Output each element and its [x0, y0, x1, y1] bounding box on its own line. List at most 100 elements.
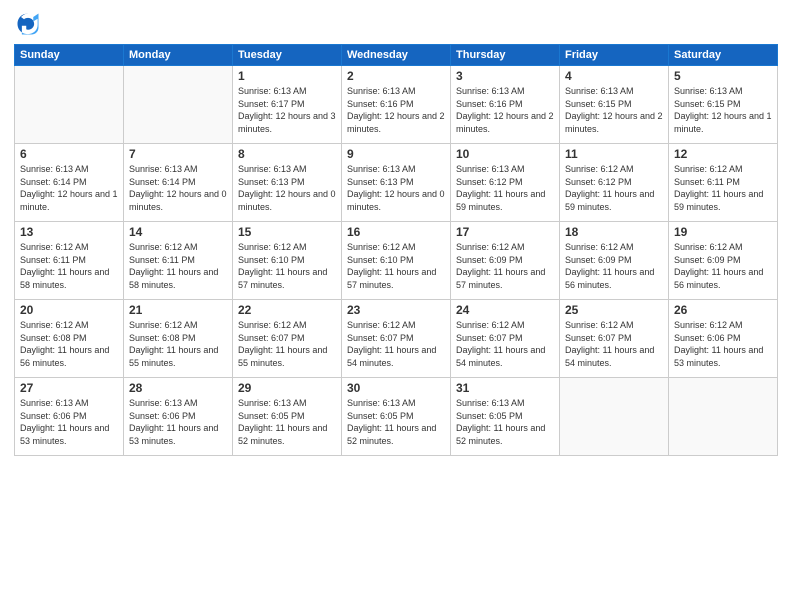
day-number: 7 — [129, 147, 227, 161]
calendar-cell: 26Sunrise: 6:12 AM Sunset: 6:06 PM Dayli… — [669, 300, 778, 378]
calendar-cell: 16Sunrise: 6:12 AM Sunset: 6:10 PM Dayli… — [342, 222, 451, 300]
calendar-cell: 1 Sunrise: 6:13 AM Sunset: 6:17 PM Daylig… — [233, 66, 342, 144]
day-number: 22 — [238, 303, 336, 317]
calendar-cell: 28 Sunrise: 6:13 AM Sunset: 6:06 PM Dayli… — [124, 378, 233, 456]
calendar-cell: 11 Sunrise: 6:12 AM Sunset: 6:12 PM Dayli… — [560, 144, 669, 222]
cell-text: Sunrise: 6:13 AM Sunset: 6:15 PM Dayligh… — [674, 85, 772, 135]
calendar-cell: 31Sunrise: 6:13 AM Sunset: 6:05 PM Dayli… — [451, 378, 560, 456]
calendar-cell: 20 Sunrise: 6:12 AM Sunset: 6:08 PM Dayli… — [15, 300, 124, 378]
calendar-cell — [669, 378, 778, 456]
cell-text: Sunrise: 6:12 AM Sunset: 6:11 PM Dayligh… — [20, 241, 118, 291]
day-number: 6 — [20, 147, 118, 161]
calendar-cell: 18 Sunrise: 6:12 AM Sunset: 6:09 PM Dayli… — [560, 222, 669, 300]
calendar-cell: 30Sunrise: 6:13 AM Sunset: 6:05 PM Dayli… — [342, 378, 451, 456]
day-number: 5 — [674, 69, 772, 83]
day-number: 10 — [456, 147, 554, 161]
week-row-3: 13 Sunrise: 6:12 AM Sunset: 6:11 PM Dayli… — [15, 222, 778, 300]
day-number: 11 — [565, 147, 663, 161]
calendar-cell: 6 Sunrise: 6:13 AM Sunset: 6:14 PM Daylig… — [15, 144, 124, 222]
day-number: 24 — [456, 303, 554, 317]
day-number: 9 — [347, 147, 445, 161]
week-row-1: 1 Sunrise: 6:13 AM Sunset: 6:17 PM Daylig… — [15, 66, 778, 144]
calendar-cell: 24 Sunrise: 6:12 AM Sunset: 6:07 PM Dayli… — [451, 300, 560, 378]
calendar-cell: 13 Sunrise: 6:12 AM Sunset: 6:11 PM Dayli… — [15, 222, 124, 300]
cell-text: Sunrise: 6:13 AM Sunset: 6:16 PM Dayligh… — [347, 85, 445, 135]
cell-text: Sunrise: 6:12 AM Sunset: 6:11 PM Dayligh… — [674, 163, 772, 213]
day-number: 30 — [347, 381, 445, 395]
cell-text: Sunrise: 6:12 AM Sunset: 6:07 PM Dayligh… — [456, 319, 554, 369]
cell-text: Sunrise: 6:13 AM Sunset: 6:14 PM Dayligh… — [129, 163, 227, 213]
day-number: 25 — [565, 303, 663, 317]
cell-text: Sunrise: 6:12 AM Sunset: 6:09 PM Dayligh… — [456, 241, 554, 291]
cell-text: Sunrise: 6:13 AM Sunset: 6:06 PM Dayligh… — [20, 397, 118, 447]
week-row-4: 20 Sunrise: 6:12 AM Sunset: 6:08 PM Dayli… — [15, 300, 778, 378]
calendar-cell: 10 Sunrise: 6:13 AM Sunset: 6:12 PM Dayli… — [451, 144, 560, 222]
calendar-cell: 22 Sunrise: 6:12 AM Sunset: 6:07 PM Dayli… — [233, 300, 342, 378]
weekday-header-saturday: Saturday — [669, 45, 778, 66]
cell-text: Sunrise: 6:12 AM Sunset: 6:07 PM Dayligh… — [347, 319, 445, 369]
logo-icon — [14, 10, 42, 38]
calendar-cell: 5 Sunrise: 6:13 AM Sunset: 6:15 PM Daylig… — [669, 66, 778, 144]
cell-text: Sunrise: 6:12 AM Sunset: 6:09 PM Dayligh… — [565, 241, 663, 291]
calendar-cell: 8 Sunrise: 6:13 AM Sunset: 6:13 PM Daylig… — [233, 144, 342, 222]
calendar-table: SundayMondayTuesdayWednesdayThursdayFrid… — [14, 44, 778, 456]
day-number: 1 — [238, 69, 336, 83]
calendar-cell: 14Sunrise: 6:12 AM Sunset: 6:11 PM Dayli… — [124, 222, 233, 300]
cell-text: Sunrise: 6:13 AM Sunset: 6:16 PM Dayligh… — [456, 85, 554, 135]
cell-text: Sunrise: 6:13 AM Sunset: 6:05 PM Dayligh… — [456, 397, 554, 447]
cell-text: Sunrise: 6:12 AM Sunset: 6:08 PM Dayligh… — [20, 319, 118, 369]
calendar-cell: 15 Sunrise: 6:12 AM Sunset: 6:10 PM Dayli… — [233, 222, 342, 300]
day-number: 20 — [20, 303, 118, 317]
day-number: 18 — [565, 225, 663, 239]
day-number: 23 — [347, 303, 445, 317]
calendar-cell: 2 Sunrise: 6:13 AM Sunset: 6:16 PM Daylig… — [342, 66, 451, 144]
cell-text: Sunrise: 6:12 AM Sunset: 6:10 PM Dayligh… — [238, 241, 336, 291]
calendar-cell: 3 Sunrise: 6:13 AM Sunset: 6:16 PM Daylig… — [451, 66, 560, 144]
cell-text: Sunrise: 6:12 AM Sunset: 6:07 PM Dayligh… — [565, 319, 663, 369]
logo — [14, 10, 46, 38]
day-number: 21 — [129, 303, 227, 317]
cell-text: Sunrise: 6:12 AM Sunset: 6:07 PM Dayligh… — [238, 319, 336, 369]
calendar-cell: 7 Sunrise: 6:13 AM Sunset: 6:14 PM Daylig… — [124, 144, 233, 222]
cell-text: Sunrise: 6:13 AM Sunset: 6:12 PM Dayligh… — [456, 163, 554, 213]
calendar-cell: 23 Sunrise: 6:12 AM Sunset: 6:07 PM Dayli… — [342, 300, 451, 378]
calendar-cell: 9 Sunrise: 6:13 AM Sunset: 6:13 PM Daylig… — [342, 144, 451, 222]
weekday-header-wednesday: Wednesday — [342, 45, 451, 66]
day-number: 29 — [238, 381, 336, 395]
cell-text: Sunrise: 6:13 AM Sunset: 6:17 PM Dayligh… — [238, 85, 336, 135]
week-row-5: 27 Sunrise: 6:13 AM Sunset: 6:06 PM Dayli… — [15, 378, 778, 456]
calendar-cell: 12 Sunrise: 6:12 AM Sunset: 6:11 PM Dayli… — [669, 144, 778, 222]
cell-text: Sunrise: 6:13 AM Sunset: 6:14 PM Dayligh… — [20, 163, 118, 213]
day-number: 26 — [674, 303, 772, 317]
weekday-header-monday: Monday — [124, 45, 233, 66]
day-number: 4 — [565, 69, 663, 83]
day-number: 8 — [238, 147, 336, 161]
day-number: 28 — [129, 381, 227, 395]
cell-text: Sunrise: 6:13 AM Sunset: 6:13 PM Dayligh… — [347, 163, 445, 213]
calendar-page: SundayMondayTuesdayWednesdayThursdayFrid… — [0, 0, 792, 612]
weekday-header-row: SundayMondayTuesdayWednesdayThursdayFrid… — [15, 45, 778, 66]
cell-text: Sunrise: 6:12 AM Sunset: 6:09 PM Dayligh… — [674, 241, 772, 291]
day-number: 19 — [674, 225, 772, 239]
day-number: 3 — [456, 69, 554, 83]
cell-text: Sunrise: 6:13 AM Sunset: 6:06 PM Dayligh… — [129, 397, 227, 447]
calendar-cell — [124, 66, 233, 144]
calendar-cell: 4 Sunrise: 6:13 AM Sunset: 6:15 PM Daylig… — [560, 66, 669, 144]
day-number: 2 — [347, 69, 445, 83]
day-number: 15 — [238, 225, 336, 239]
weekday-header-tuesday: Tuesday — [233, 45, 342, 66]
cell-text: Sunrise: 6:13 AM Sunset: 6:13 PM Dayligh… — [238, 163, 336, 213]
cell-text: Sunrise: 6:12 AM Sunset: 6:08 PM Dayligh… — [129, 319, 227, 369]
calendar-cell: 27 Sunrise: 6:13 AM Sunset: 6:06 PM Dayli… — [15, 378, 124, 456]
day-number: 13 — [20, 225, 118, 239]
cell-text: Sunrise: 6:13 AM Sunset: 6:15 PM Dayligh… — [565, 85, 663, 135]
cell-text: Sunrise: 6:13 AM Sunset: 6:05 PM Dayligh… — [238, 397, 336, 447]
day-number: 12 — [674, 147, 772, 161]
weekday-header-sunday: Sunday — [15, 45, 124, 66]
calendar-cell — [560, 378, 669, 456]
calendar-cell: 17Sunrise: 6:12 AM Sunset: 6:09 PM Dayli… — [451, 222, 560, 300]
weekday-header-friday: Friday — [560, 45, 669, 66]
cell-text: Sunrise: 6:12 AM Sunset: 6:10 PM Dayligh… — [347, 241, 445, 291]
day-number: 27 — [20, 381, 118, 395]
cell-text: Sunrise: 6:12 AM Sunset: 6:12 PM Dayligh… — [565, 163, 663, 213]
